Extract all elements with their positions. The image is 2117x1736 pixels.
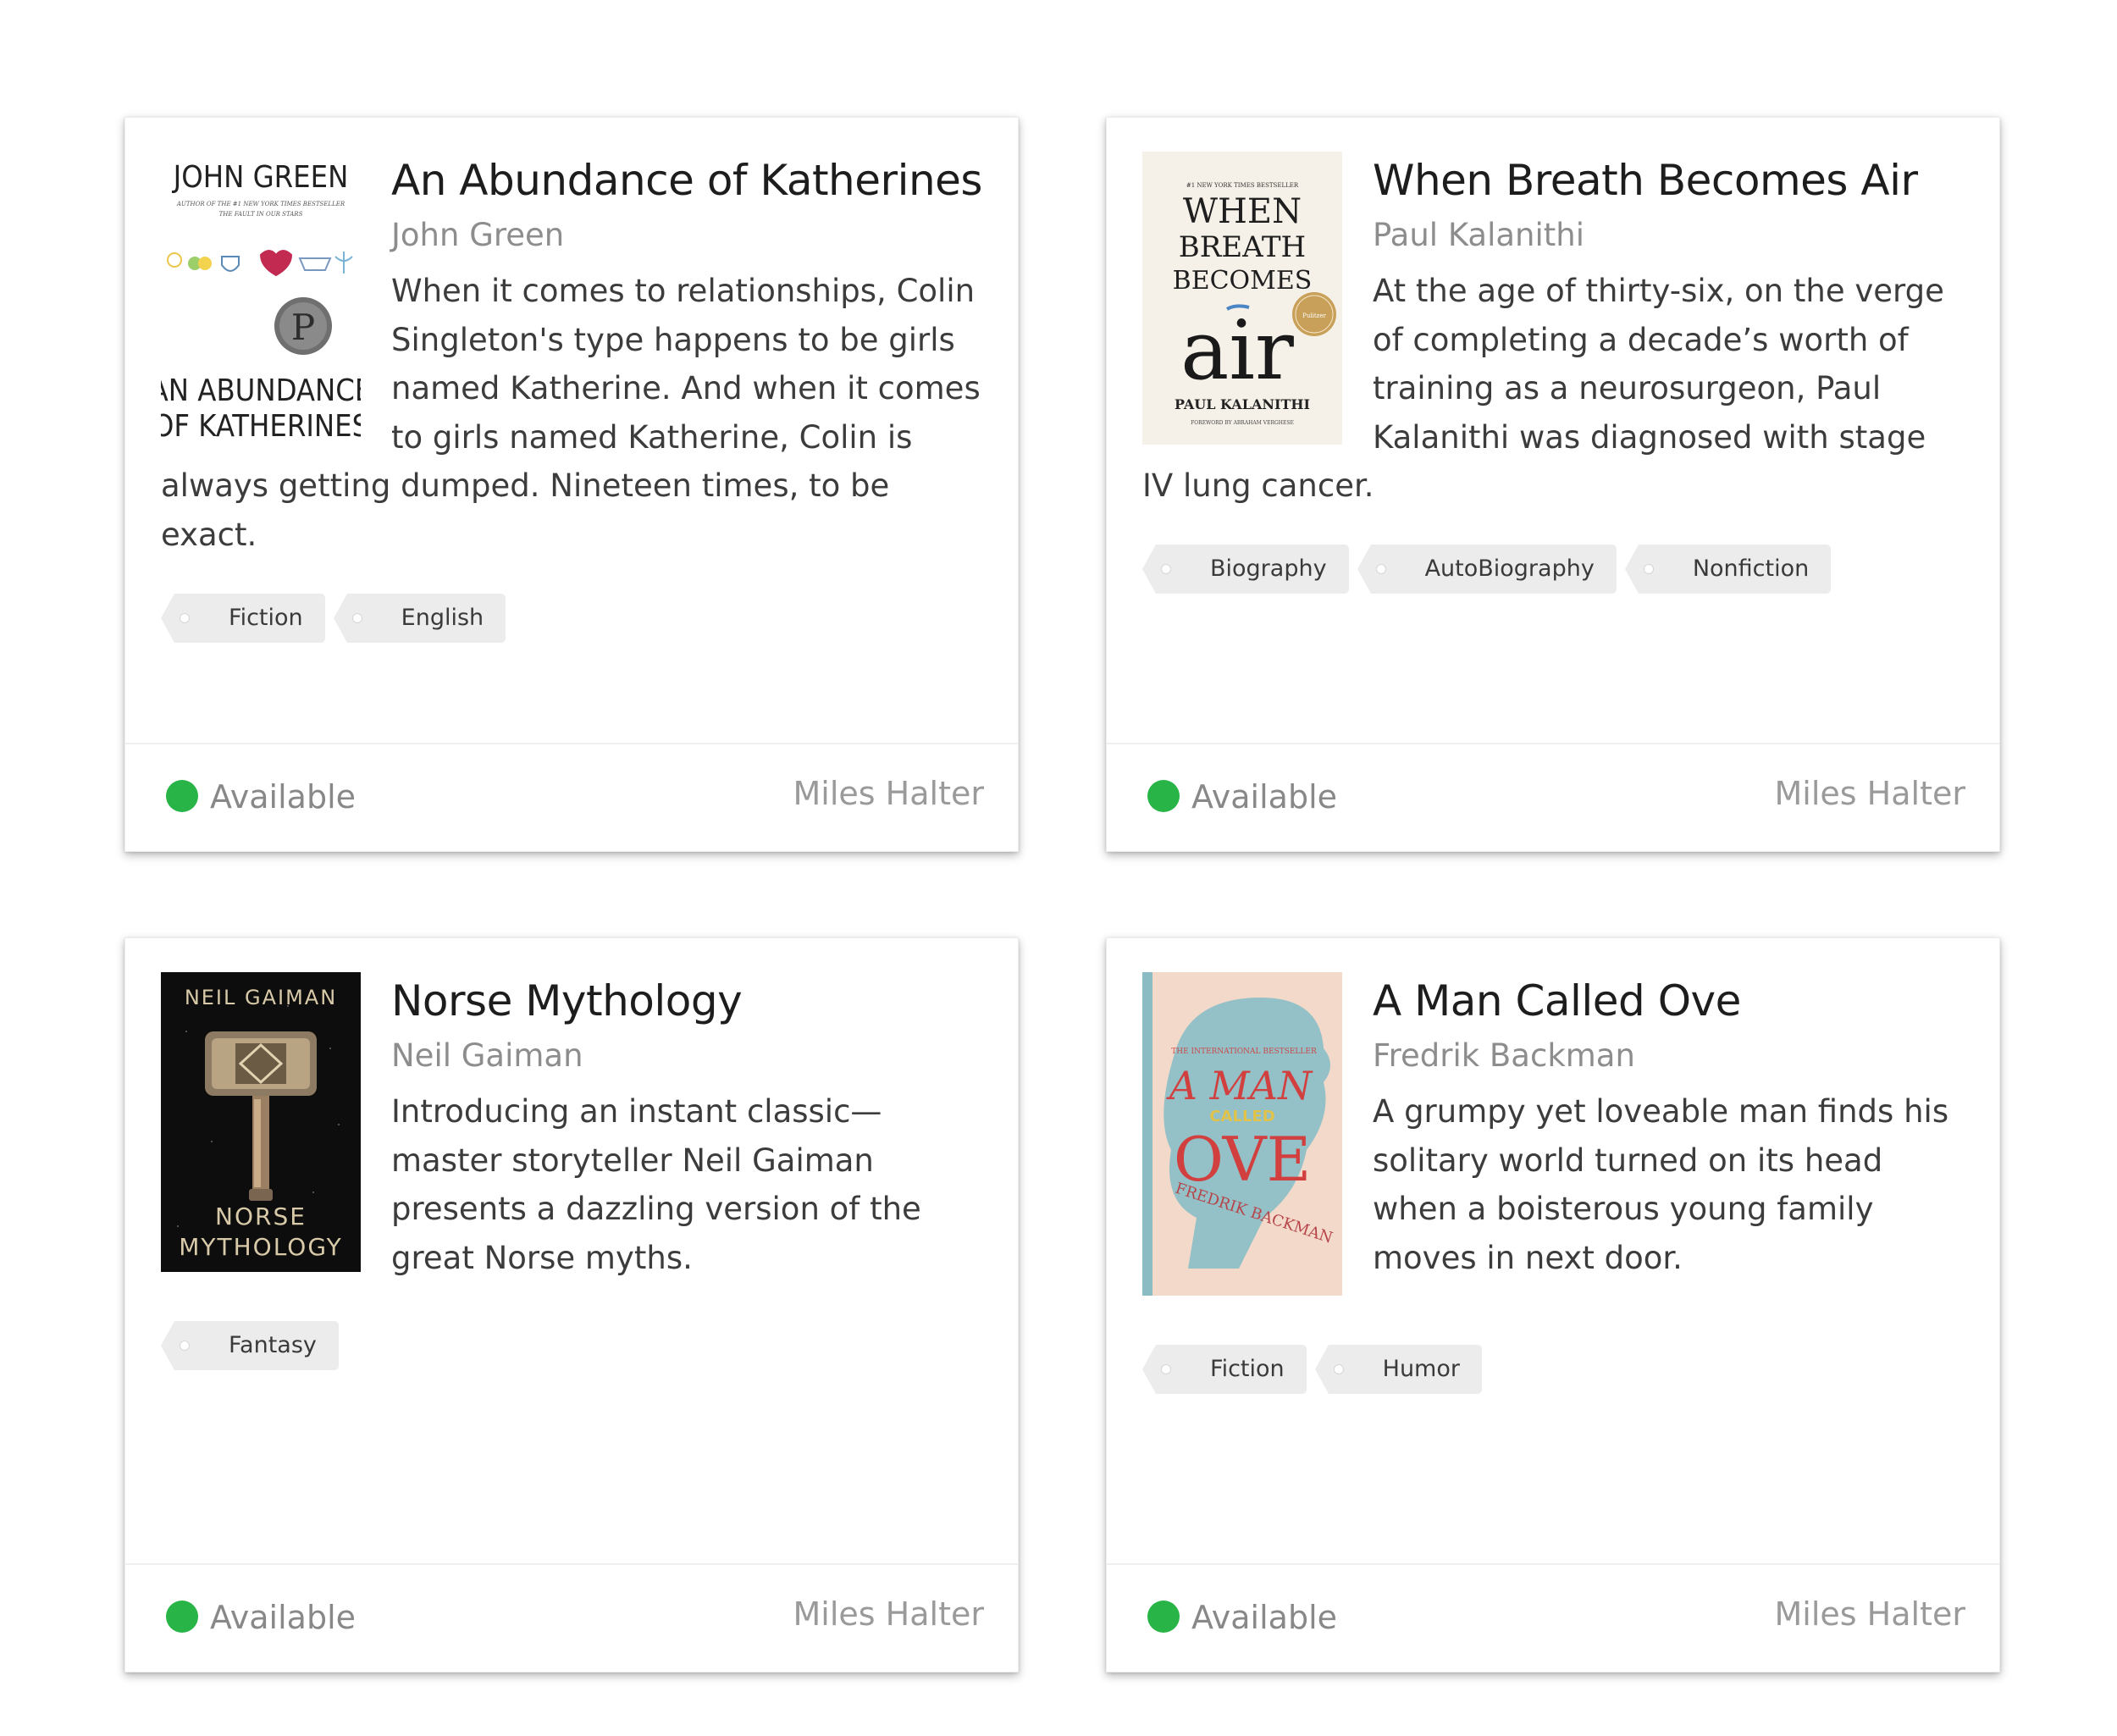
status-text: Available (1191, 778, 1338, 815)
card-footer: Available Miles Halter (125, 1563, 1018, 1672)
tag-hole-icon (1161, 1364, 1171, 1374)
tag[interactable]: Fiction (161, 593, 325, 643)
tag-hole-icon (1375, 563, 1386, 574)
book-card[interactable]: THE INTERNATIONAL BESTSELLER A MAN CALLE… (1106, 937, 2000, 1672)
tag-list: Fiction English (161, 560, 982, 643)
status-text: Available (1191, 1599, 1338, 1636)
svg-text:CALLED: CALLED (1209, 1108, 1274, 1125)
tag-label: Fantasy (229, 1332, 317, 1358)
svg-text:#1 NEW YORK TIMES BESTSELLER: #1 NEW YORK TIMES BESTSELLER (1186, 182, 1299, 189)
book-cover[interactable]: NEIL GAIMAN NORSE MYTHOLOGY (161, 972, 361, 1272)
svg-text:A MAN: A MAN (1166, 1063, 1313, 1108)
svg-text:Pulitzer: Pulitzer (1302, 312, 1326, 319)
tag[interactable]: AutoBiography (1357, 544, 1617, 594)
status-dot-icon (1147, 1601, 1180, 1633)
svg-text:FOREWORD BY ABRAHAM VERGHESE: FOREWORD BY ABRAHAM VERGHESE (1191, 420, 1294, 426)
book-card-body: JOHN GREEN AUTHOR OF THE #1 NEW YORK TIM… (161, 152, 982, 744)
owner-name[interactable]: Miles Halter (1775, 1594, 1965, 1634)
svg-text:BECOMES: BECOMES (1173, 266, 1313, 296)
tag-label: Biography (1210, 555, 1327, 582)
book-grid: JOHN GREEN AUTHOR OF THE #1 NEW YORK TIM… (0, 0, 2117, 1736)
status-dot-icon (166, 780, 198, 812)
tag-hole-icon (1161, 563, 1171, 574)
book-cover[interactable]: JOHN GREEN AUTHOR OF THE #1 NEW YORK TIM… (161, 152, 361, 445)
svg-text:OF KATHERINES: OF KATHERINES (161, 409, 361, 444)
tag-hole-icon (180, 612, 190, 623)
tag-label: English (401, 604, 484, 631)
svg-text:PAUL KALANITHI: PAUL KALANITHI (1175, 396, 1310, 412)
status-dot-icon (166, 1601, 198, 1633)
svg-text:WHEN: WHEN (1183, 192, 1302, 231)
svg-text:BREATH: BREATH (1179, 230, 1306, 264)
tag-list: Fantasy (161, 1287, 982, 1370)
card-footer: Available Miles Halter (1107, 1563, 1999, 1672)
svg-text:NORSE: NORSE (215, 1202, 307, 1230)
book-card[interactable]: JOHN GREEN AUTHOR OF THE #1 NEW YORK TIM… (124, 117, 1019, 852)
status-text: Available (210, 1599, 357, 1636)
tag-list: Fiction Humor (1142, 1311, 1964, 1394)
owner-name[interactable]: Miles Halter (793, 773, 984, 814)
tag-label: Humor (1382, 1356, 1460, 1382)
tag[interactable]: Fantasy (161, 1321, 339, 1370)
book-card[interactable]: NEIL GAIMAN NORSE MYTHOLOGY Norse Mythol… (124, 937, 1019, 1672)
svg-text:MYTHOLOGY: MYTHOLOGY (179, 1233, 343, 1261)
card-footer: Available Miles Halter (125, 743, 1018, 851)
tag[interactable]: English (333, 593, 506, 643)
svg-text:P: P (291, 307, 315, 348)
book-card-body: NEIL GAIMAN NORSE MYTHOLOGY Norse Mythol… (161, 972, 982, 1565)
book-cover[interactable]: #1 NEW YORK TIMES BESTSELLER WHEN BREATH… (1142, 152, 1342, 445)
tag[interactable]: Biography (1142, 544, 1349, 594)
tag[interactable]: Fiction (1142, 1345, 1307, 1394)
book-cover[interactable]: THE INTERNATIONAL BESTSELLER A MAN CALLE… (1142, 972, 1342, 1296)
svg-text:NEIL GAIMAN: NEIL GAIMAN (185, 986, 337, 1009)
owner-name[interactable]: Miles Halter (793, 1594, 984, 1634)
svg-text:THE FAULT IN OUR STARS: THE FAULT IN OUR STARS (219, 211, 303, 218)
card-footer: Available Miles Halter (1107, 743, 1999, 851)
tag-hole-icon (180, 1341, 190, 1351)
book-card[interactable]: #1 NEW YORK TIMES BESTSELLER WHEN BREATH… (1106, 117, 2000, 852)
status-text: Available (210, 778, 357, 815)
tag-list: Biography AutoBiography Nonfiction (1142, 511, 1964, 594)
tag-hole-icon (1333, 1364, 1344, 1374)
book-card-body: THE INTERNATIONAL BESTSELLER A MAN CALLE… (1142, 972, 1964, 1565)
tag-hole-icon (1643, 563, 1654, 574)
svg-text:AUTHOR OF THE #1 NEW YORK TIME: AUTHOR OF THE #1 NEW YORK TIMES BESTSELL… (176, 201, 345, 207)
tag-hole-icon (351, 612, 362, 623)
owner-name[interactable]: Miles Halter (1775, 773, 1965, 814)
svg-text:air: air (1180, 303, 1294, 398)
svg-text:THE INTERNATIONAL BESTSELLER: THE INTERNATIONAL BESTSELLER (1171, 1048, 1317, 1056)
svg-text:JOHN GREEN: JOHN GREEN (172, 160, 349, 195)
tag-label: Fiction (229, 604, 303, 631)
tag-label: Fiction (1210, 1356, 1285, 1382)
tag[interactable]: Humor (1314, 1345, 1482, 1394)
tag-label: Nonfiction (1692, 555, 1810, 582)
status-dot-icon (1147, 780, 1180, 812)
svg-text:AN ABUNDANCE: AN ABUNDANCE (161, 373, 361, 408)
tag-label: AutoBiography (1424, 555, 1595, 582)
tag[interactable]: Nonfiction (1624, 544, 1832, 594)
book-card-body: #1 NEW YORK TIMES BESTSELLER WHEN BREATH… (1142, 152, 1964, 744)
